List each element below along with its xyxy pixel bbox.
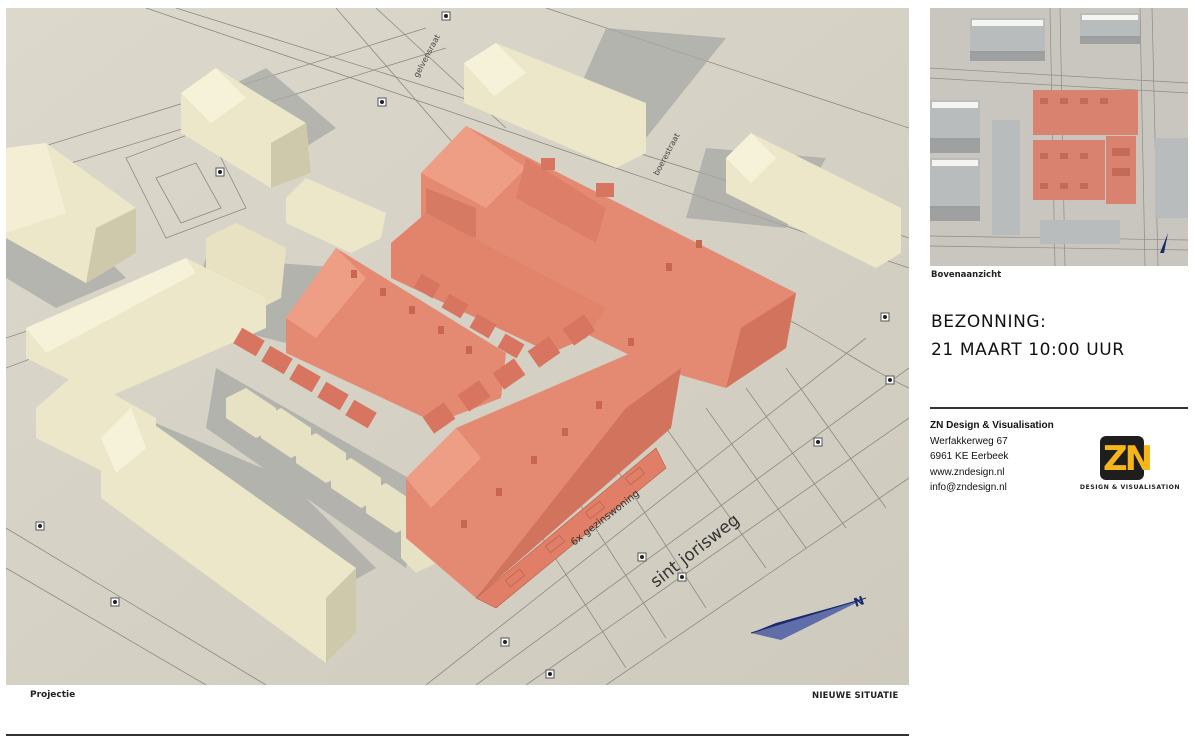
bottom-divider xyxy=(6,734,909,736)
company-email[interactable]: info@zndesign.nl xyxy=(930,480,1054,496)
top-view-caption: Bovenaanzicht xyxy=(931,270,1002,280)
right-divider xyxy=(930,407,1188,409)
top-view-render xyxy=(930,8,1188,266)
company-website[interactable]: www.zndesign.nl xyxy=(930,465,1054,481)
company-logo: ZN DESIGN & VISUALISATION xyxy=(1074,436,1186,494)
projection-render: N sint jorisweg 6x gezinswoning boerestr… xyxy=(6,8,909,685)
main-projection-view: N sint jorisweg 6x gezinswoning boerestr… xyxy=(6,8,909,685)
sunlight-study-title: BEZONNING: 21 MAART 10:00 UUR xyxy=(931,308,1125,364)
logo-subtitle: DESIGN & VISUALISATION xyxy=(1079,484,1181,491)
company-info: ZN Design & Visualisation Werfakkerweg 6… xyxy=(930,418,1054,496)
company-postal: 6961 KE Eerbeek xyxy=(930,451,1009,462)
company-address: Werfakkerweg 67 xyxy=(930,435,1008,447)
company-name: ZN Design & Visualisation xyxy=(930,420,1054,431)
situation-caption: NIEUWE SITUATIE xyxy=(812,691,899,701)
top-view-thumbnail xyxy=(930,8,1188,266)
logo-letters: ZN xyxy=(1103,439,1153,479)
study-title-line1: BEZONNING: xyxy=(931,312,1047,332)
study-title-line2: 21 MAART 10:00 UUR xyxy=(931,340,1125,360)
projection-caption: Projectie xyxy=(30,690,76,700)
